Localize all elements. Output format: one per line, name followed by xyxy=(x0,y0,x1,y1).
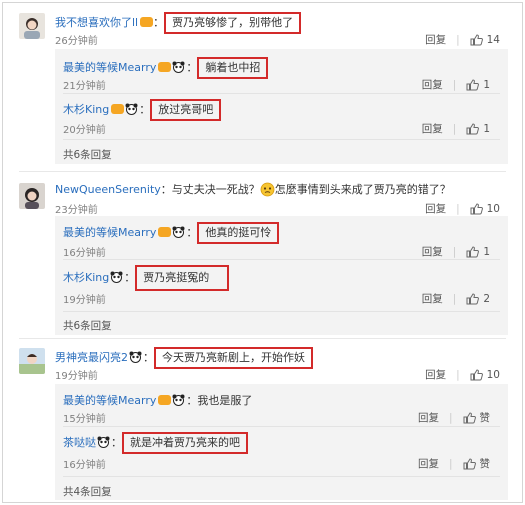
panda-emoji-icon xyxy=(129,351,142,363)
like-count: 1 xyxy=(483,245,490,258)
thumbs-up-icon[interactable] xyxy=(466,245,480,258)
username-link[interactable]: 我不想喜欢你了ll xyxy=(55,16,138,29)
comment-body: 男神亮最闪亮2：今天贾乃亮新剧上，开始作妖 xyxy=(55,347,313,369)
highlighted-text: 贾乃亮够惨了，别带他了 xyxy=(164,12,302,34)
reply-actions: 回复 | 赞 xyxy=(417,410,491,425)
reply-thread: 最美的等候Mearry：他真的挺可怜 16分钟前 回复 | 1 木杉King：贾… xyxy=(55,216,508,335)
timestamp: 19分钟前 xyxy=(55,371,98,382)
comment-body: 我不想喜欢你了ll：贾乃亮够惨了，别带他了 xyxy=(55,12,302,34)
like-count: 10 xyxy=(486,202,500,215)
reply-actions: 回复 | 赞 xyxy=(417,456,491,471)
vip-badge-icon xyxy=(158,227,172,237)
username-link[interactable]: 男神亮最闪亮2 xyxy=(55,351,128,364)
comment-actions: 回复 | 10 xyxy=(425,367,500,382)
panda-emoji-icon xyxy=(172,226,185,238)
like-count: 14 xyxy=(486,33,500,46)
reply-button[interactable]: 回复 xyxy=(422,291,443,306)
username-link[interactable]: 茶哒哒 xyxy=(63,436,96,449)
vip-badge-icon xyxy=(140,17,154,27)
highlighted-text: 放过亮哥吧 xyxy=(150,99,222,121)
vip-badge-icon xyxy=(158,62,172,72)
reply-actions: 回复 | 1 xyxy=(421,77,490,92)
username-link[interactable]: 木杉King xyxy=(63,271,109,284)
reply-thread: 最美的等候Mearry ：我也是服了 15分钟前 回复 | 赞 茶哒哒：就是冲着贾… xyxy=(55,384,508,500)
vip-badge-icon xyxy=(111,104,125,114)
timestamp: 23分钟前 xyxy=(55,205,98,216)
panda-emoji-icon xyxy=(172,61,185,73)
highlighted-text: 他真的挺可怜 xyxy=(197,222,280,244)
reply-button[interactable]: 回复 xyxy=(418,456,439,471)
timestamp: 16分钟前 xyxy=(63,248,106,259)
avatar[interactable] xyxy=(19,183,45,209)
like-label[interactable]: 赞 xyxy=(480,410,491,425)
highlighted-text: 就是冲着贾乃亮来的吧 xyxy=(122,432,248,454)
timestamp: 15分钟前 xyxy=(63,414,106,425)
reply-button[interactable]: 回复 xyxy=(418,410,439,425)
reply-button[interactable]: 回复 xyxy=(422,244,443,259)
confused-emoji-icon xyxy=(260,182,275,197)
avatar[interactable] xyxy=(19,13,45,39)
view-more-replies-link[interactable]: 共6条回复 xyxy=(63,318,112,333)
panda-emoji-icon xyxy=(172,394,185,406)
thumbs-up-icon[interactable] xyxy=(470,202,483,215)
like-label[interactable]: 赞 xyxy=(480,456,491,471)
thumbs-up-icon[interactable] xyxy=(466,122,480,135)
thumbs-up-icon[interactable] xyxy=(470,33,483,46)
timestamp: 26分钟前 xyxy=(55,36,98,47)
reply-button[interactable]: 回复 xyxy=(422,121,443,136)
thumbs-up-icon[interactable] xyxy=(463,457,476,470)
reply-actions: 回复 | 1 xyxy=(421,244,490,259)
comment-body: NewQueenSerenity：与丈夫决一死战？ 怎麼事情到头来成了贾乃亮的错了… xyxy=(55,182,451,197)
comment-actions: 回复 | 10 xyxy=(425,201,500,216)
comments-panel: 我不想喜欢你了ll：贾乃亮够惨了，别带他了 26分钟前 回复 | 14 最美的等… xyxy=(2,2,523,503)
reply-button[interactable]: 回复 xyxy=(422,77,443,92)
like-count: 2 xyxy=(483,292,490,305)
panda-emoji-icon xyxy=(110,271,123,283)
vip-badge-icon xyxy=(158,395,172,405)
reply-actions: 回复 | 2 xyxy=(421,291,490,306)
reply-actions: 回复 | 1 xyxy=(421,121,490,136)
thumbs-up-icon[interactable] xyxy=(466,78,480,91)
highlighted-text: 今天贾乃亮新剧上，开始作妖 xyxy=(154,347,313,369)
timestamp: 20分钟前 xyxy=(63,125,106,136)
reply-button[interactable]: 回复 xyxy=(425,367,446,382)
panda-emoji-icon xyxy=(97,436,110,448)
like-count: 10 xyxy=(486,368,500,381)
username-link[interactable]: 最美的等候Mearry xyxy=(63,226,156,239)
reply-thread: 最美的等候Mearry：躺着也中招 21分钟前 回复 | 1 木杉King：放过… xyxy=(55,49,508,164)
thumbs-up-icon[interactable] xyxy=(470,368,483,381)
like-count: 1 xyxy=(483,122,490,135)
timestamp: 21分钟前 xyxy=(63,81,106,92)
view-more-replies-link[interactable]: 共6条回复 xyxy=(63,147,112,162)
reply-button[interactable]: 回复 xyxy=(425,32,446,47)
username-link[interactable]: 最美的等候Mearry xyxy=(63,61,156,74)
avatar[interactable] xyxy=(19,348,45,374)
timestamp: 16分钟前 xyxy=(63,460,106,471)
timestamp: 19分钟前 xyxy=(63,295,106,306)
highlighted-text: 躺着也中招 xyxy=(197,57,269,79)
username-link[interactable]: NewQueenSerenity xyxy=(55,183,161,196)
view-more-replies-link[interactable]: 共4条回复 xyxy=(63,484,112,499)
panda-emoji-icon xyxy=(125,103,138,115)
username-link[interactable]: 木杉King xyxy=(63,103,109,116)
highlighted-text: 贾乃亮挺冤的 xyxy=(135,265,230,291)
like-count: 1 xyxy=(483,78,490,91)
reply-button[interactable]: 回复 xyxy=(425,201,446,216)
thumbs-up-icon[interactable] xyxy=(466,292,480,305)
thumbs-up-icon[interactable] xyxy=(463,411,476,424)
username-link[interactable]: 最美的等候Mearry xyxy=(63,394,156,407)
comment-actions: 回复 | 14 xyxy=(425,32,500,47)
reply-text: ：我也是服了 xyxy=(186,394,253,407)
